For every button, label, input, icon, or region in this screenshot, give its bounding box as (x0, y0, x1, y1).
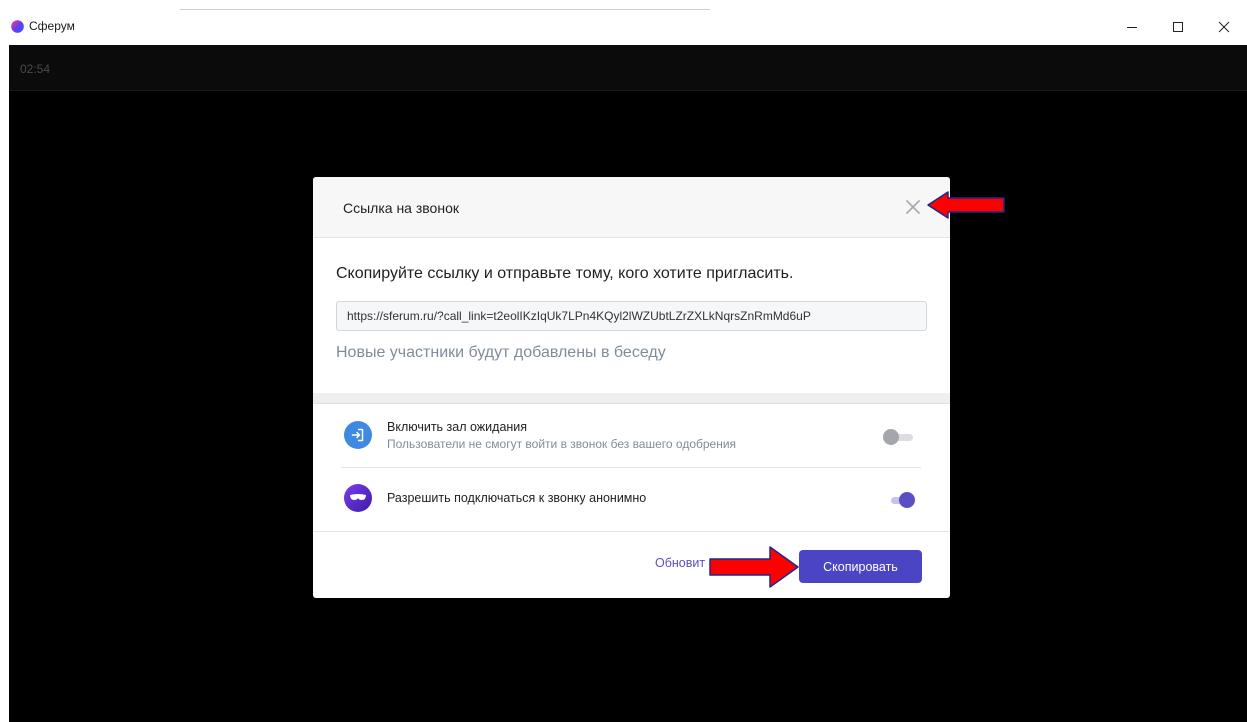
maximize-button[interactable] (1155, 9, 1201, 45)
call-link-input[interactable] (336, 301, 927, 331)
waiting-room-label: Включить зал ожидания (387, 420, 528, 434)
waiting-room-description: Пользователи не смогут войти в звонок бе… (387, 437, 737, 451)
toggle-thumb (883, 429, 899, 445)
title-bar-line (180, 9, 710, 10)
refresh-link-button[interactable]: Обновит (655, 556, 705, 570)
invite-instruction: Скопируйте ссылку и отправьте тому, кого… (336, 265, 794, 282)
window-close-button[interactable] (1201, 9, 1247, 45)
setting-row-waiting-room: Включить зал ожидания Пользователи не см… (341, 405, 921, 468)
title-bar[interactable]: Сферум (0, 0, 1247, 45)
close-icon (1218, 21, 1230, 33)
invite-note: Новые участники будут добавлены в беседу (336, 344, 666, 361)
toggle-thumb (899, 492, 915, 508)
call-timer: 02:54 (20, 62, 51, 76)
anonymous-toggle[interactable] (883, 492, 917, 508)
section-divider (313, 393, 950, 404)
app-window: Сферум 02:54 Ссылка на звонок Скопируйте… (0, 0, 1247, 722)
modal-header: Ссылка на звонок (313, 177, 950, 238)
close-x-icon[interactable] (903, 197, 923, 217)
modal-title: Ссылка на звонок (343, 200, 459, 216)
modal-footer: Обновит Скопировать (313, 531, 950, 598)
red-arrow-icon (927, 191, 1005, 219)
sferum-logo-icon (11, 20, 24, 33)
call-link-modal: Ссылка на звонок Скопируйте ссылку и отп… (313, 177, 950, 598)
minimize-icon (1127, 27, 1137, 28)
modal-body: Скопируйте ссылку и отправьте тому, кого… (313, 238, 950, 393)
anonymous-label: Разрешить подключаться к звонку анонимно (387, 491, 647, 505)
window-title: Сферум (29, 19, 75, 33)
copy-button[interactable]: Скопировать (799, 550, 922, 583)
call-header: 02:54 (9, 45, 1247, 91)
red-arrow-icon (709, 546, 799, 588)
maximize-icon (1173, 22, 1183, 32)
waiting-room-icon (344, 421, 372, 449)
anonymous-mask-icon (344, 484, 372, 512)
minimize-button[interactable] (1109, 9, 1155, 45)
setting-row-anonymous: Разрешить подключаться к звонку анонимно (341, 468, 921, 530)
waiting-room-toggle[interactable] (883, 429, 917, 445)
